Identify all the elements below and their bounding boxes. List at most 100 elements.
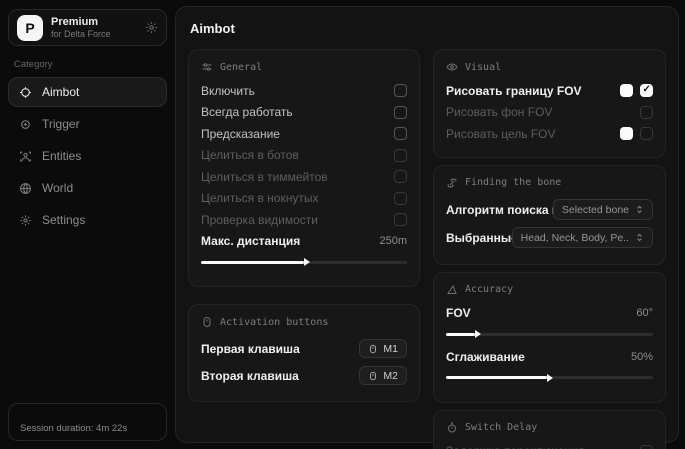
brand-text: Premium for Delta Force bbox=[51, 16, 111, 40]
section-title: Switch Delay bbox=[465, 422, 537, 433]
finding-bone-card: Finding the bone Алгоритм поиска кост Se… bbox=[433, 165, 666, 265]
app-window: P Premium for Delta Force Category Aimbo… bbox=[0, 0, 685, 449]
bone-section-header: Finding the bone bbox=[446, 177, 653, 189]
keybind-value: M2 bbox=[383, 370, 398, 382]
angle-icon bbox=[446, 284, 458, 296]
session-duration-text: Session duration: 4m 22s bbox=[20, 423, 127, 434]
sidebar-item-label: Entities bbox=[42, 149, 81, 163]
keybind-value: M1 bbox=[383, 343, 398, 355]
color-swatch[interactable] bbox=[620, 84, 633, 97]
switch-delay-card: Switch Delay Задержка переключения Задер… bbox=[433, 410, 666, 449]
selected-bones-select[interactable]: Head, Neck, Body, Pe.. bbox=[512, 227, 653, 248]
visual-label: Рисовать цель FOV bbox=[446, 127, 556, 141]
sidebar-item-entities[interactable]: Entities bbox=[8, 141, 167, 171]
slider-label: Макс. дистанция bbox=[201, 234, 300, 248]
toggle-label: Целиться в ботов bbox=[201, 148, 299, 162]
toggle-label: Целиться в нокнутых bbox=[201, 191, 318, 205]
sidebar-item-label: Trigger bbox=[42, 117, 80, 131]
globe-icon bbox=[19, 182, 32, 195]
slider-fill[interactable] bbox=[446, 376, 547, 379]
checkbox[interactable] bbox=[640, 445, 653, 449]
section-title: Finding the bone bbox=[465, 177, 561, 188]
checkbox[interactable] bbox=[394, 213, 407, 226]
accuracy-section-header: Accuracy bbox=[446, 284, 653, 296]
sidebar-item-trigger[interactable]: Trigger bbox=[8, 109, 167, 139]
sidebar: P Premium for Delta Force Category Aimbo… bbox=[0, 0, 175, 449]
max-distance-row: Макс. дистанция 250m bbox=[201, 231, 407, 253]
switch-delay-toggle-row: Задержка переключения bbox=[446, 441, 653, 449]
session-duration-box: Session duration: 4m 22s bbox=[8, 403, 167, 441]
section-title: Visual bbox=[465, 62, 501, 73]
toggle-row-target-teammates: Целиться в тиммейтов bbox=[201, 166, 407, 188]
toggle-label: Задержка переключения bbox=[446, 444, 584, 449]
color-swatch[interactable] bbox=[620, 127, 633, 140]
toggle-label: Целиться в тиммейтов bbox=[201, 170, 328, 184]
checkbox[interactable] bbox=[394, 170, 407, 183]
keybind-badge[interactable]: M1 bbox=[359, 339, 407, 358]
smoothing-slider[interactable] bbox=[446, 373, 653, 383]
slider-value: 60° bbox=[636, 307, 653, 319]
toggle-row-target-knocked: Целиться в нокнутых bbox=[201, 188, 407, 210]
visual-row-fov-background: Рисовать фон FOV bbox=[446, 102, 653, 124]
mouse-icon bbox=[368, 371, 378, 381]
checkbox[interactable] bbox=[394, 106, 407, 119]
general-section-header: General bbox=[201, 61, 407, 73]
checkbox[interactable] bbox=[394, 127, 407, 140]
page-title: Aimbot bbox=[190, 21, 666, 36]
keybind-label: Первая клавиша bbox=[201, 342, 300, 356]
dropdown-label: Выбранные кос bbox=[446, 231, 512, 245]
sidebar-item-label: Settings bbox=[42, 213, 85, 227]
slider-label: FOV bbox=[446, 306, 471, 320]
section-title: General bbox=[220, 62, 262, 73]
checkbox[interactable] bbox=[640, 127, 653, 140]
dropdown-value: Selected bone bbox=[562, 204, 629, 216]
slider-value: 250m bbox=[379, 235, 407, 247]
keybind-badge[interactable]: M2 bbox=[359, 366, 407, 385]
toggle-label: Всегда работать bbox=[201, 105, 293, 119]
keybind-label: Вторая клавиша bbox=[201, 369, 299, 383]
slider-track bbox=[446, 376, 653, 379]
max-distance-slider[interactable] bbox=[201, 257, 407, 267]
mouse-icon bbox=[368, 344, 378, 354]
chevron-up-down-icon bbox=[635, 205, 644, 214]
crosshair-icon bbox=[19, 86, 32, 99]
checkbox[interactable] bbox=[394, 84, 407, 97]
bone-algorithm-select[interactable]: Selected bone bbox=[553, 199, 653, 220]
settings-gear-icon bbox=[19, 214, 32, 227]
checkbox[interactable] bbox=[640, 84, 653, 97]
sidebar-item-label: World bbox=[42, 181, 73, 195]
switch-delay-section-header: Switch Delay bbox=[446, 422, 653, 434]
keybind-row-second: Вторая клавиша M2 bbox=[201, 362, 407, 389]
checkbox[interactable] bbox=[394, 192, 407, 205]
slider-fill[interactable] bbox=[201, 261, 304, 264]
timer-icon bbox=[446, 422, 458, 434]
checkbox[interactable] bbox=[640, 106, 653, 119]
fov-slider[interactable] bbox=[446, 329, 653, 339]
smoothing-row: Сглаживание 50% bbox=[446, 346, 653, 368]
accuracy-card: Accuracy FOV 60° Сглаживание 50% bbox=[433, 272, 666, 403]
bone-algorithm-row: Алгоритм поиска кост Selected bone bbox=[446, 196, 653, 224]
dropdown-value: Head, Neck, Body, Pe.. bbox=[521, 232, 629, 244]
main-panel: Aimbot General Включить bbox=[175, 6, 679, 443]
sidebar-item-world[interactable]: World bbox=[8, 173, 167, 203]
sidebar-item-settings[interactable]: Settings bbox=[8, 205, 167, 235]
activation-buttons-card: Activation buttons Первая клавиша M1 bbox=[188, 304, 420, 402]
brand-card: P Premium for Delta Force bbox=[8, 9, 167, 46]
dropdown-label: Алгоритм поиска кост bbox=[446, 203, 553, 217]
gear-icon[interactable] bbox=[145, 21, 158, 34]
brand-logo: P bbox=[17, 15, 43, 41]
toggle-row-prediction: Предсказание bbox=[201, 123, 407, 145]
slider-label: Сглаживание bbox=[446, 350, 525, 364]
slider-value: 50% bbox=[631, 351, 653, 363]
visual-card: Visual Рисовать границу FOV Рисовать фон… bbox=[433, 49, 666, 158]
eye-icon bbox=[446, 61, 458, 73]
toggle-row-target-bots: Целиться в ботов bbox=[201, 145, 407, 167]
fov-row: FOV 60° bbox=[446, 303, 653, 325]
entities-icon bbox=[19, 150, 32, 163]
slider-fill[interactable] bbox=[446, 333, 475, 336]
chevron-up-down-icon bbox=[635, 233, 644, 242]
sidebar-item-aimbot[interactable]: Aimbot bbox=[8, 77, 167, 107]
checkbox[interactable] bbox=[394, 149, 407, 162]
visual-section-header: Visual bbox=[446, 61, 653, 73]
toggle-row-visibility-check: Проверка видимости bbox=[201, 209, 407, 231]
